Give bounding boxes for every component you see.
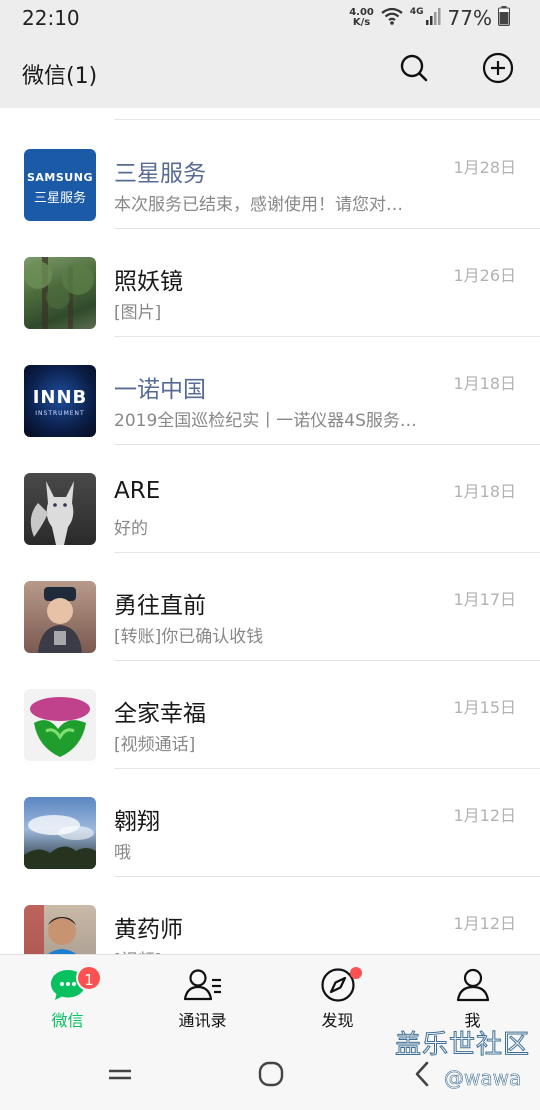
contacts-icon bbox=[183, 967, 223, 1003]
chat-row-are[interactable]: ARE 好的 1月18日 bbox=[0, 444, 540, 553]
chat-date: 1月18日 bbox=[453, 482, 516, 501]
avatar-logo-text: INNB bbox=[32, 387, 88, 408]
recent-apps-icon bbox=[107, 1064, 133, 1088]
child-photo bbox=[38, 587, 82, 653]
avatar-logo-text: SAMSUNG bbox=[27, 171, 93, 184]
avatar-logo-subtext: INSTRUMENT bbox=[35, 410, 85, 417]
avatar-logo-subtext: 三星服务 bbox=[33, 191, 86, 206]
avatar[interactable]: SAMSUNG 三星服务 bbox=[24, 149, 96, 221]
battery-icon bbox=[498, 6, 510, 30]
chat-date: 1月12日 bbox=[453, 806, 516, 825]
chat-name: 全家幸福 bbox=[114, 701, 206, 727]
search-button[interactable] bbox=[396, 52, 432, 88]
status-bar: 22:10 4.00 K/s 4G 77% bbox=[0, 0, 540, 36]
chat-last-message: 2019全国巡检纪实丨一诺仪器4S服务… bbox=[114, 411, 417, 431]
heart-graphic-image bbox=[30, 697, 90, 757]
network-type: 4G bbox=[409, 7, 424, 17]
status-time: 22:10 bbox=[22, 6, 80, 30]
chat-last-message: [视频通话] bbox=[114, 735, 196, 755]
page-title: 微信(1) bbox=[22, 64, 98, 89]
chat-date: 1月26日 bbox=[453, 266, 516, 285]
battery-level: 77% bbox=[447, 6, 492, 30]
network-speed: 4.00 K/s bbox=[349, 8, 374, 28]
chat-row-samsung-service[interactable]: SAMSUNG 三星服务 三星服务 本次服务已结束，感谢使用！请您对… 1月28… bbox=[0, 120, 540, 229]
chat-date: 1月15日 bbox=[453, 698, 516, 717]
network-speed-unit: K/s bbox=[352, 17, 371, 28]
chat-row-zhaoyaojing[interactable]: 照妖镜 [图片] 1月26日 bbox=[0, 228, 540, 337]
search-icon bbox=[399, 53, 429, 87]
wifi-icon bbox=[380, 6, 404, 30]
chat-name: 黄药师 bbox=[114, 917, 183, 943]
chat-last-message: 本次服务已结束，感谢使用！请您对… bbox=[114, 195, 403, 215]
status-icons: 4.00 K/s 4G 77% bbox=[349, 5, 510, 31]
chat-name: 翱翔 bbox=[114, 809, 160, 835]
tab-discover[interactable]: 发现 bbox=[270, 955, 405, 1035]
chat-name: ARE bbox=[114, 478, 161, 504]
chat-date: 1月12日 bbox=[453, 914, 516, 933]
header-bar: 微信(1) bbox=[0, 36, 540, 108]
chat-name: 三星服务 bbox=[114, 161, 206, 187]
watermark-user: @wawa bbox=[444, 1066, 522, 1091]
tab-contacts[interactable]: 通讯录 bbox=[135, 955, 270, 1035]
chat-last-message: 好的 bbox=[114, 519, 148, 539]
man-photo bbox=[24, 905, 77, 954]
chat-list[interactable]: SAMSUNG 三星服务 三星服务 本次服务已结束，感谢使用！请您对… 1月28… bbox=[0, 108, 540, 954]
chat-date: 1月17日 bbox=[453, 590, 516, 609]
avatar[interactable] bbox=[24, 581, 96, 653]
plus-circle-icon bbox=[482, 52, 514, 88]
watermark-community: 盖乐世社区 bbox=[394, 1030, 530, 1061]
person-icon bbox=[453, 967, 493, 1003]
chat-last-message: [图片] bbox=[114, 303, 162, 323]
avatar[interactable] bbox=[24, 797, 96, 869]
sky-photo bbox=[24, 815, 96, 869]
add-button[interactable] bbox=[480, 52, 516, 88]
chat-name: 照妖镜 bbox=[114, 269, 183, 295]
chat-last-message: 哦 bbox=[114, 843, 131, 863]
avatar[interactable] bbox=[24, 689, 96, 761]
avatar[interactable]: INNB INSTRUMENT bbox=[24, 365, 96, 437]
chat-row-yinuo-china[interactable]: INNB INSTRUMENT 一诺中国 2019全国巡检纪实丨一诺仪器4S服务… bbox=[0, 336, 540, 445]
bottom-tab-bar: 1 微信 通讯录 发现 我 bbox=[0, 954, 540, 1034]
home-icon bbox=[257, 1060, 285, 1092]
chat-row-aoxiang[interactable]: 翱翔 哦 1月12日 bbox=[0, 768, 540, 877]
chat-date: 1月18日 bbox=[453, 374, 516, 393]
back-icon bbox=[412, 1060, 432, 1092]
avatar[interactable] bbox=[24, 257, 96, 329]
forest-photo bbox=[24, 257, 94, 329]
tab-label: 通讯录 bbox=[178, 1011, 227, 1030]
chat-row-yongwangzhiqian[interactable]: 勇往直前 [转账]你已确认收钱 1月17日 bbox=[0, 552, 540, 661]
tab-chats[interactable]: 1 微信 bbox=[0, 955, 135, 1035]
system-nav-bar: 盖乐世社区 @wawa bbox=[0, 1030, 540, 1110]
chat-row-huangyaoshi[interactable]: 黄药师 [视频] 1月12日 bbox=[0, 876, 540, 954]
back-button[interactable] bbox=[402, 1056, 442, 1096]
notification-dot bbox=[350, 967, 362, 979]
recent-apps-button[interactable] bbox=[100, 1056, 140, 1096]
tab-me[interactable]: 我 bbox=[405, 955, 540, 1035]
chat-last-message: [转账]你已确认收钱 bbox=[114, 627, 264, 647]
chat-name: 一诺中国 bbox=[114, 377, 206, 403]
chat-name: 勇往直前 bbox=[114, 593, 206, 619]
signal-icon bbox=[425, 7, 442, 29]
chat-last-message: [视频] bbox=[114, 946, 450, 954]
home-button[interactable] bbox=[251, 1056, 291, 1096]
chat-date: 1月28日 bbox=[453, 158, 516, 177]
wolf-character-image bbox=[30, 481, 74, 545]
tab-label: 发现 bbox=[321, 1011, 354, 1030]
tab-label: 微信 bbox=[51, 1011, 84, 1030]
unread-badge: 1 bbox=[76, 965, 102, 991]
avatar[interactable] bbox=[24, 473, 96, 545]
avatar[interactable] bbox=[24, 905, 96, 954]
chat-row-quanjiaxingfu[interactable]: 全家幸福 [视频通话] 1月15日 bbox=[0, 660, 540, 769]
